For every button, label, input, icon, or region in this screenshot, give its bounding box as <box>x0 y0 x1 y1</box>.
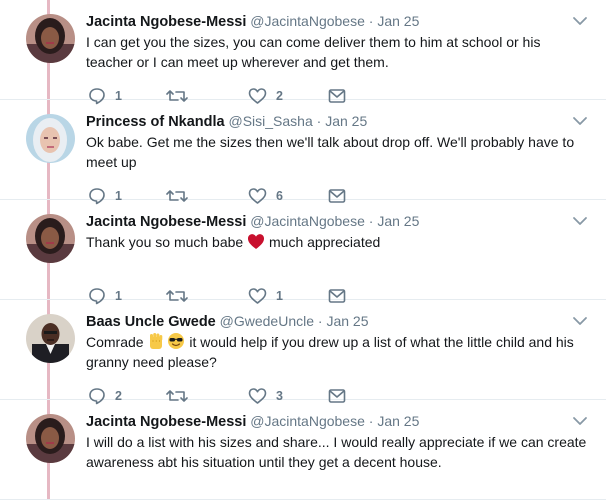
tweet-3[interactable]: Jacinta Ngobese-Messi @JacintaNgobese · … <box>0 200 606 305</box>
avatar[interactable] <box>26 114 75 163</box>
user-handle[interactable]: @Sisi_Sasha <box>229 113 313 129</box>
tweet-5[interactable]: Jacinta Ngobese-Messi @JacintaNgobese · … <box>0 400 606 500</box>
separator-dot: · <box>368 213 374 229</box>
tweet-header: Jacinta Ngobese-Messi @JacintaNgobese · … <box>86 411 566 432</box>
tweet-text: I will do a list with his sizes and shar… <box>86 434 587 470</box>
tweet-header: Princess of Nkandla @Sisi_Sasha · Jan 25 <box>86 111 566 132</box>
tweet-text-before: Comrade <box>86 334 148 350</box>
avatar-princess-image <box>26 114 75 163</box>
tweet-4[interactable]: Baas Uncle Gwede @GwedeUncle · Jan 25 Co… <box>0 300 606 405</box>
chevron-down-icon[interactable] <box>572 115 588 127</box>
tweet-text: I can get you the sizes, you can come de… <box>86 34 541 70</box>
user-handle[interactable]: @GwedeUncle <box>220 313 314 329</box>
raised-fist-icon <box>150 333 163 349</box>
tweet-date[interactable]: Jan 25 <box>325 113 367 129</box>
chevron-down-icon[interactable] <box>572 415 588 427</box>
avatar-gwede-image <box>26 314 75 363</box>
tweet-1[interactable]: Jacinta Ngobese-Messi @JacintaNgobese · … <box>0 0 606 105</box>
avatar[interactable] <box>26 314 75 363</box>
tweet-text: Ok babe. Get me the sizes then we'll tal… <box>86 134 575 170</box>
tweet-header: Baas Uncle Gwede @GwedeUncle · Jan 25 <box>86 311 566 332</box>
user-handle[interactable]: @JacintaNgobese <box>250 413 365 429</box>
tweet-date[interactable]: Jan 25 <box>377 213 419 229</box>
tweet-date[interactable]: Jan 25 <box>326 313 368 329</box>
tweet-header: Jacinta Ngobese-Messi @JacintaNgobese · … <box>86 211 566 232</box>
tweet-date[interactable]: Jan 25 <box>377 413 419 429</box>
tweet-text: Thank you so much babe much appreciated <box>86 232 591 252</box>
tweet-text-before: Thank you so much babe <box>86 234 248 250</box>
avatar-jacinta-image <box>26 14 75 63</box>
tweet-header: Jacinta Ngobese-Messi @JacintaNgobese · … <box>86 11 566 32</box>
red-heart-icon <box>248 234 265 250</box>
separator-dot: · <box>316 113 322 129</box>
sunglasses-face-icon <box>168 333 185 349</box>
tweet-2[interactable]: Princess of Nkandla @Sisi_Sasha · Jan 25… <box>0 100 606 205</box>
display-name[interactable]: Baas Uncle Gwede <box>86 314 216 330</box>
display-name[interactable]: Jacinta Ngobese-Messi <box>86 414 246 430</box>
avatar-jacinta-image <box>26 414 75 463</box>
tweet-date[interactable]: Jan 25 <box>377 13 419 29</box>
separator-dot: · <box>368 413 374 429</box>
tweet-text-after: much appreciated <box>265 234 381 250</box>
avatar[interactable] <box>26 14 75 63</box>
user-handle[interactable]: @JacintaNgobese <box>250 13 365 29</box>
display-name[interactable]: Princess of Nkandla <box>86 114 225 130</box>
avatar-jacinta-image <box>26 214 75 263</box>
tweet-text: Comrade it would help if you drew up a l… <box>86 332 591 372</box>
separator-dot: · <box>368 13 374 29</box>
chevron-down-icon[interactable] <box>572 315 588 327</box>
user-handle[interactable]: @JacintaNgobese <box>250 213 365 229</box>
display-name[interactable]: Jacinta Ngobese-Messi <box>86 14 246 30</box>
separator-dot: · <box>317 313 323 329</box>
chevron-down-icon[interactable] <box>572 215 588 227</box>
chevron-down-icon[interactable] <box>572 15 588 27</box>
avatar[interactable] <box>26 414 75 463</box>
avatar[interactable] <box>26 214 75 263</box>
display-name[interactable]: Jacinta Ngobese-Messi <box>86 214 246 230</box>
